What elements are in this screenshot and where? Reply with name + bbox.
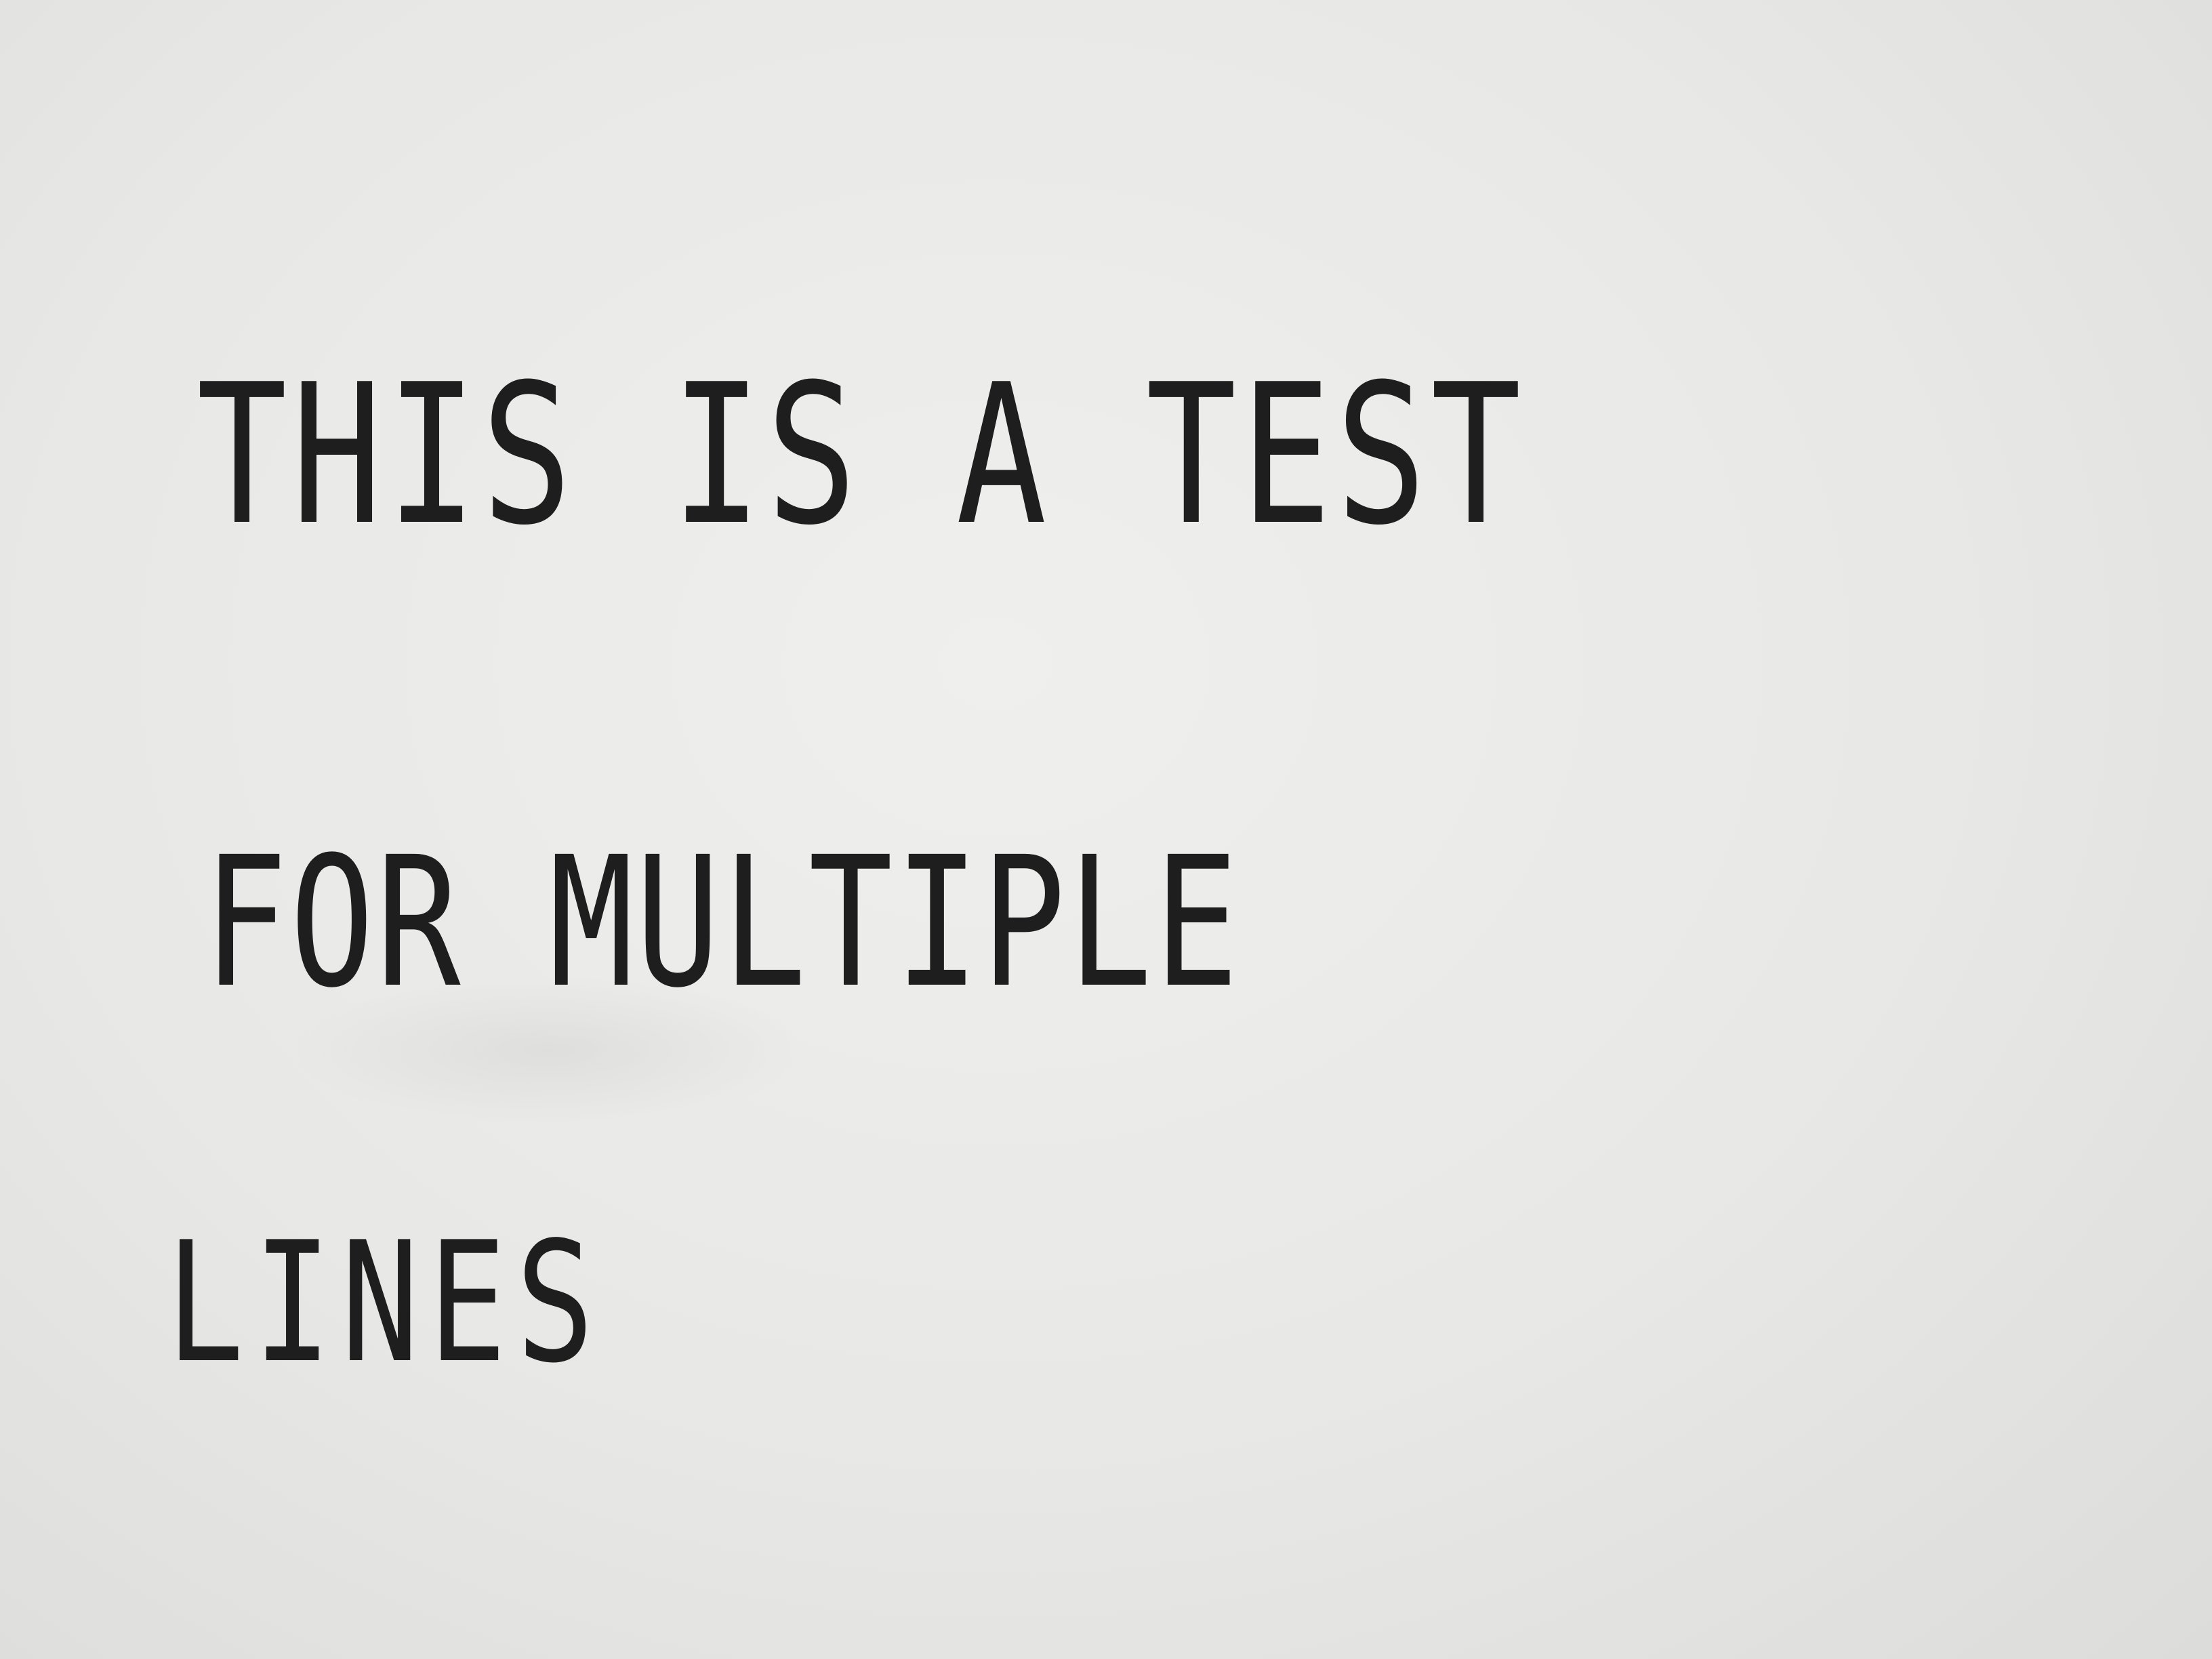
handwritten-line-3: LINES — [166, 1206, 604, 1399]
paper-sheet: THIS IS A TEST FOR MULTIPLE LINES — [0, 0, 2212, 1659]
handwritten-line-1: THIS IS A TEST — [197, 343, 1526, 568]
handwritten-line-2: FOR MULTIPLE — [203, 819, 1241, 1027]
